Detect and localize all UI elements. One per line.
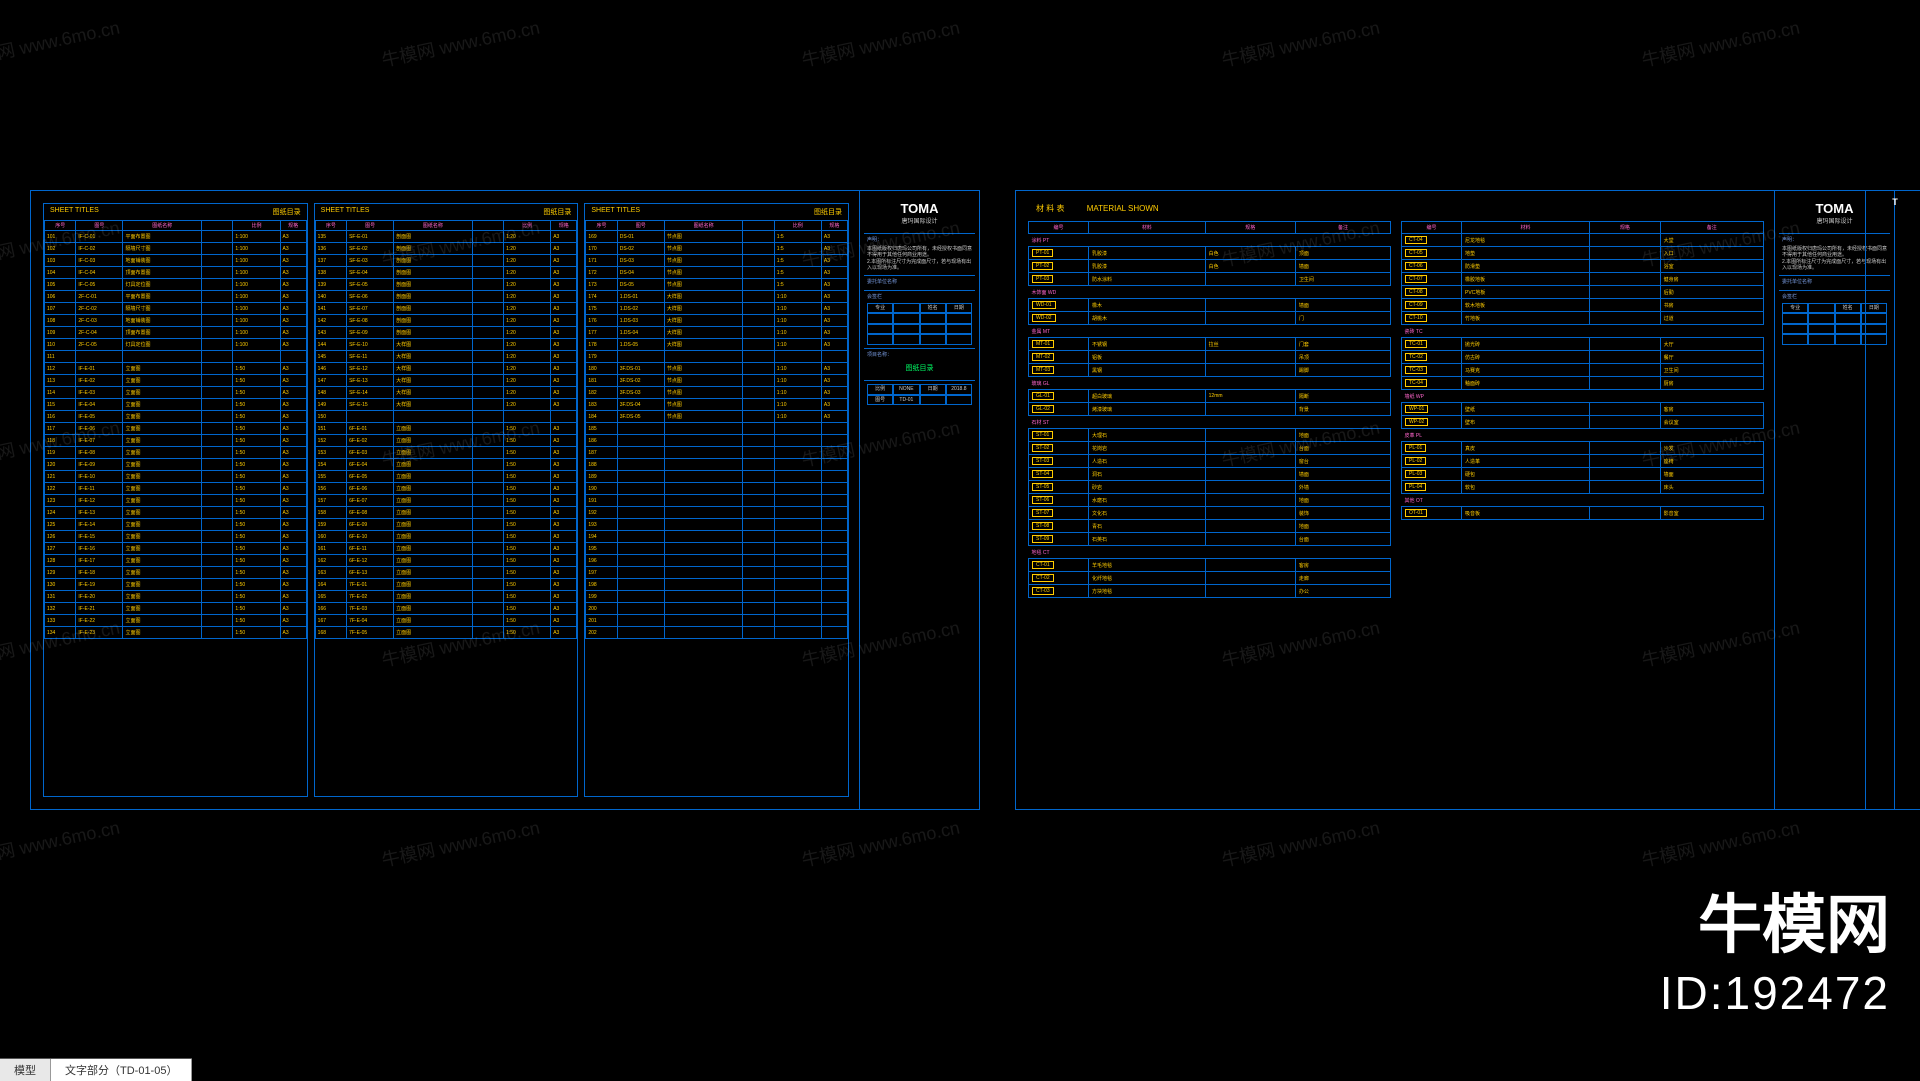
material-content: 编号材料规格备注涂料 PTPT-01乳胶漆白色顶面PT-02乳胶漆白色墙面PT-… — [1028, 221, 1764, 797]
drawing-sheet-1: SHEET TITLES 图纸目录 序号图号图纸名称比例规格101IF-C-01平… — [30, 190, 980, 810]
material-table-1: 编号材料规格备注涂料 PTPT-01乳胶漆白色顶面PT-02乳胶漆白色墙面PT-… — [1028, 221, 1391, 598]
sheet-column-1: SHEET TITLES 图纸目录 序号图号图纸名称比例规格101IF-C-01平… — [43, 203, 308, 797]
drawing-sheet-3-partial: T — [1865, 190, 1920, 810]
project-label: 项目名称： — [867, 352, 972, 359]
material-title-cn: 材 料 表 — [1036, 204, 1064, 213]
material-column-1: 编号材料规格备注涂料 PTPT-01乳胶漆白色顶面PT-02乳胶漆白色墙面PT-… — [1028, 221, 1391, 797]
sheet-column-3: SHEET TITLES 图纸目录 序号图号图纸名称比例规格169DS-01节点图… — [584, 203, 849, 797]
col-header-cn: 图纸目录 — [814, 207, 842, 217]
scale-value: NONE — [893, 384, 919, 395]
col-header-cn: 图纸目录 — [543, 207, 571, 217]
col-header-cn: 图纸目录 — [273, 207, 301, 217]
date-label: 日期 — [920, 384, 946, 395]
sheet-index-table-3: 序号图号图纸名称比例规格169DS-01节点图1:5A3170DS-02节点图1… — [585, 220, 848, 639]
col-header-en: SHEET TITLES — [50, 207, 99, 217]
sheet-index-table-2: 序号图号图纸名称比例规格135SF-E-01剖面图1:20A3136SF-E-0… — [315, 220, 578, 639]
sheet-index-table-1: 序号图号图纸名称比例规格101IF-C-01平面布置图1:100A3102IF-… — [44, 220, 307, 639]
company-logo: TOMA — [864, 201, 975, 216]
material-table-2: 编号材料规格备注CT-04尼龙地毯大堂CT-05地垫入口CT-06防滑垫浴室CT… — [1401, 221, 1764, 520]
material-column-2: 编号材料规格备注CT-04尼龙地毯大堂CT-05地垫入口CT-06防滑垫浴室CT… — [1401, 221, 1764, 797]
brand-id: ID:192472 — [1660, 966, 1890, 1020]
signature-grid: 专业姓名日期 — [867, 303, 972, 345]
tab-model[interactable]: 模型 — [0, 1059, 51, 1081]
sheet-titles-content: SHEET TITLES 图纸目录 序号图号图纸名称比例规格101IF-C-01平… — [43, 203, 849, 797]
layout-tabs: 模型 文字部分（TD-01-05） — [0, 1058, 192, 1080]
col-header-en: SHEET TITLES — [321, 207, 370, 217]
company-subtitle: 唐玛国际设计 — [864, 216, 975, 225]
notes-text: 本图纸版权归唐玛公司所有，未经授权书面同意不得用于其他任何商业用途。 — [867, 246, 972, 259]
dwg-label: 图号 — [867, 395, 893, 406]
brand-overlay: 牛模网 ID:192472 — [1660, 874, 1890, 1020]
drawing-sheet-2: 材 料 表 MATERIAL SHOWN 编号材料规格备注涂料 PTPT-01乳… — [1015, 190, 1895, 810]
project-name: 图纸目录 — [867, 360, 972, 377]
rev-label: 会签栏 — [867, 294, 972, 301]
client-label: 委托单位名称 — [867, 279, 972, 286]
cad-canvas[interactable]: SHEET TITLES 图纸目录 序号图号图纸名称比例规格101IF-C-01平… — [0, 0, 1920, 1080]
scale-label: 比例 — [867, 384, 893, 395]
brand-name: 牛模网 — [1660, 874, 1890, 966]
dwg-value: TD-01 — [893, 395, 919, 406]
col-header-en: SHEET TITLES — [591, 207, 640, 217]
notes-text-2: 2.本图所标注尺寸为完成面尺寸，若与现场有出入以现场为准。 — [867, 259, 972, 272]
sheet-column-2: SHEET TITLES 图纸目录 序号图号图纸名称比例规格135SF-E-01剖… — [314, 203, 579, 797]
material-title-en: MATERIAL SHOWN — [1087, 204, 1159, 213]
company-logo-partial: T — [1866, 197, 1920, 207]
material-title: 材 料 表 MATERIAL SHOWN — [1036, 203, 1159, 214]
title-block-1: TOMA 唐玛国际设计 声明： 本图纸版权归唐玛公司所有，未经授权书面同意不得用… — [859, 191, 979, 809]
tab-text-part[interactable]: 文字部分（TD-01-05） — [51, 1059, 192, 1081]
date-value: 2018.8 — [946, 384, 972, 395]
notes-label: 声明： — [867, 237, 972, 244]
